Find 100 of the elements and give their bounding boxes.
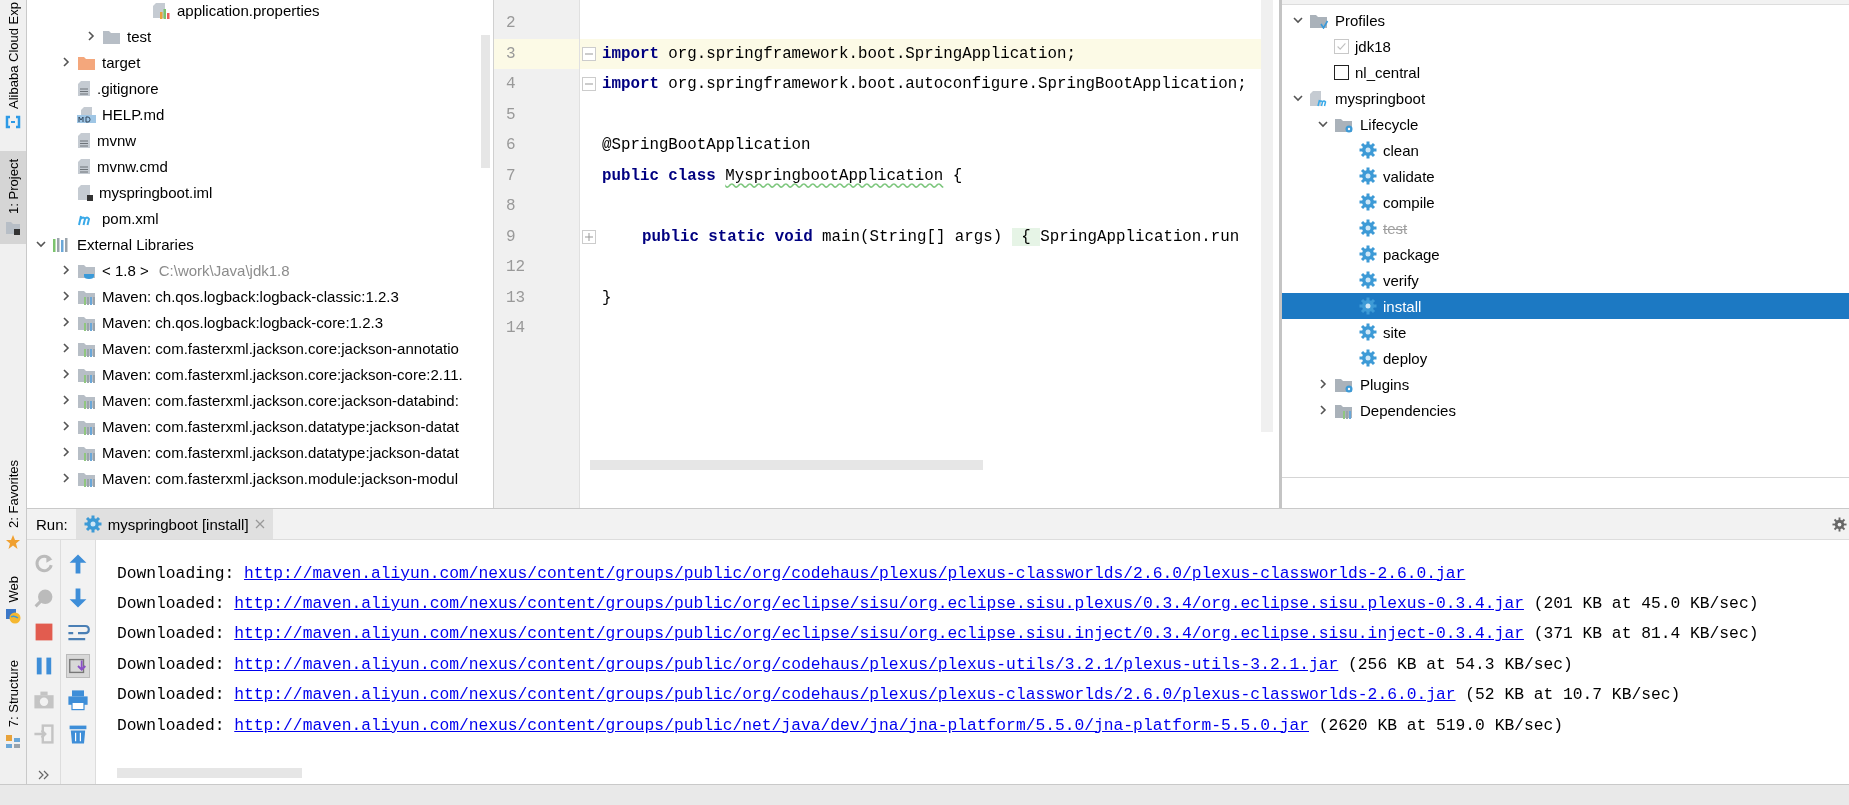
tree-item[interactable]: mvnw [97, 131, 137, 149]
tree-item[interactable]: verify [1383, 271, 1419, 289]
tree-item[interactable]: myspringboot.iml [99, 183, 213, 201]
tree-item[interactable]: Dependencies [1360, 401, 1456, 419]
download-stats: (256 KB at 54.3 KB/sec) [1348, 654, 1573, 674]
tool-window-tab[interactable]: 7: Structure [0, 652, 26, 758]
tool-window-tab[interactable]: 1: Project [0, 150, 26, 244]
tree-item[interactable]: test [127, 27, 152, 45]
scrollbar-thumb[interactable] [481, 35, 490, 168]
chevron-right-icon[interactable] [1318, 379, 1328, 389]
chevron-right-icon[interactable] [61, 473, 71, 483]
scrollbar-thumb[interactable] [117, 768, 302, 778]
module-file-icon [77, 183, 93, 201]
tree-item[interactable]: External Libraries [77, 235, 194, 253]
text-file-icon [77, 131, 91, 149]
tree-item[interactable]: jdk18 [1355, 37, 1391, 55]
chevron-down-icon[interactable] [1318, 119, 1328, 129]
gear-icon [1359, 193, 1377, 211]
tree-item[interactable]: clean [1383, 141, 1419, 159]
tree-item[interactable]: mvnw.cmd [97, 157, 168, 175]
tool-window-tab[interactable]: Alibaba Cloud Exp [0, 0, 26, 137]
chevron-right-icon[interactable] [61, 317, 71, 327]
tree-item[interactable]: pom.xml [102, 209, 159, 227]
tree-item[interactable]: Lifecycle [1360, 115, 1419, 133]
gear-icon [1359, 167, 1377, 185]
run-label: Run: [36, 515, 68, 533]
download-link[interactable]: http://maven.aliyun.com/nexus/content/groups/public/org/codehaus/plexus/plexus-classworlds/2.6.0/plexus-classworlds-2.6.0.jar [234, 685, 1456, 705]
scrollbar-thumb[interactable] [590, 460, 983, 470]
tree-item[interactable]: compile [1383, 193, 1435, 211]
tree-item[interactable]: Maven: com.fasterxml.jackson.datatype:jackson-datat [102, 417, 459, 435]
tree-item[interactable]: .gitignore [97, 79, 159, 97]
chevron-right-icon[interactable] [61, 57, 71, 67]
download-stats: (201 KB at 45.0 KB/sec) [1533, 594, 1759, 614]
settings-icon[interactable] [1832, 516, 1847, 532]
tool-window-tab[interactable]: 2: Favorites [0, 451, 26, 558]
chevron-right-icon[interactable] [61, 395, 71, 405]
chevron-right-icon[interactable] [61, 265, 71, 275]
chevron-down-icon[interactable] [36, 239, 46, 249]
tree-item[interactable]: Maven: com.fasterxml.jackson.core:jackson-databind: [102, 391, 459, 409]
tree-item[interactable]: deploy [1383, 349, 1428, 367]
tree-item[interactable]: package [1383, 245, 1440, 263]
structure-icon[interactable] [5, 733, 21, 750]
tree-item[interactable]: Maven: com.fasterxml.jackson.core:jackson-annotatio [102, 339, 459, 357]
star-icon[interactable] [5, 533, 21, 550]
checkbox[interactable] [1334, 64, 1349, 80]
tree-item[interactable]: Maven: com.fasterxml.jackson.datatype:jackson-datat [102, 443, 459, 461]
sdk-path: C:\work\Java\jdk1.8 [158, 261, 290, 279]
tree-item[interactable]: Profiles [1335, 11, 1386, 29]
chevron-right-icon[interactable] [61, 343, 71, 353]
log-status: Downloaded: [117, 654, 225, 674]
scroll-to-end-icon[interactable] [66, 654, 90, 678]
gear-icon [1359, 219, 1377, 237]
chevron-right-icon[interactable] [1318, 405, 1328, 415]
tree-item[interactable]: Maven: com.fasterxml.jackson.module:jackson-modul [102, 469, 458, 487]
download-link[interactable]: http://maven.aliyun.com/nexus/content/groups/public/net/java/dev/jna/jna-platform/5.5.0/jna-platform-5.5.0.jar [234, 715, 1309, 735]
gear-icon [1359, 349, 1377, 367]
log-status: Downloaded: [117, 715, 225, 735]
tree-item[interactable]: myspringboot [1335, 89, 1426, 107]
tree-item[interactable]: HELP.md [102, 105, 165, 123]
tree-item[interactable]: < 1.8 > [102, 261, 149, 279]
tree-item[interactable]: Plugins [1360, 375, 1410, 393]
chevron-right-icon[interactable] [86, 31, 96, 41]
tree-item[interactable]: install [1383, 297, 1422, 315]
code-line: @SpringBootApplication [602, 136, 811, 155]
tree-item[interactable]: validate [1383, 167, 1435, 185]
tool-window-tab[interactable]: Web [0, 567, 26, 633]
download-link[interactable]: http://maven.aliyun.com/nexus/content/groups/public/org/codehaus/plexus/plexus-utils/3.2.1/plexus-utils-3.2.1.jar [234, 654, 1339, 674]
chevron-right-icon[interactable] [61, 421, 71, 431]
chevron-down-icon[interactable] [1293, 15, 1303, 25]
tree-item[interactable]: target [102, 53, 141, 71]
tree-item[interactable]: application.properties [177, 1, 320, 19]
close-icon[interactable] [254, 519, 265, 529]
chevron-right-icon[interactable] [61, 291, 71, 301]
log-status: Downloading: [117, 563, 235, 583]
tree-item[interactable]: site [1383, 323, 1407, 341]
download-link[interactable]: http://maven.aliyun.com/nexus/content/groups/public/org/eclipse/sisu/org.eclipse.sisu.plexus/0.3.4/org.eclipse.sisu.plexus-0.3.4.jar [234, 594, 1524, 614]
download-stats: (52 KB at 10.7 KB/sec) [1465, 685, 1681, 705]
folder-icon[interactable] [5, 219, 21, 236]
line-number: 5 [506, 105, 516, 124]
tree-item[interactable]: Maven: ch.qos.logback:logback-core:1.2.3 [102, 313, 383, 331]
download-link[interactable]: http://maven.aliyun.com/nexus/content/groups/public/org/eclipse/sisu/org.eclipse.sisu.inject/0.3.4/org.eclipse.sisu.inject-0.3.4.jar [234, 624, 1524, 644]
libraries-icon [52, 235, 71, 253]
line-number: 12 [506, 258, 526, 277]
more-icon[interactable] [37, 770, 50, 780]
tree-item[interactable]: Maven: ch.qos.logback:logback-classic:1.2.3 [102, 287, 399, 305]
gear-icon [1359, 297, 1377, 315]
chevron-down-icon[interactable] [1293, 93, 1303, 103]
download-stats: (371 KB at 81.4 KB/sec) [1533, 624, 1759, 644]
print-icon[interactable] [66, 688, 90, 712]
chevron-right-icon[interactable] [61, 447, 71, 457]
download-link[interactable]: http://maven.aliyun.com/nexus/content/groups/public/org/codehaus/plexus/plexus-classworlds/2.6.0/plexus-classworlds-2.6.0.jar [244, 563, 1466, 583]
text-file-icon [77, 79, 91, 97]
line-number: 9 [506, 227, 516, 246]
gear-icon [1359, 141, 1377, 159]
run-tab[interactable]: myspringboot [install] [75, 509, 273, 539]
chevron-right-icon[interactable] [61, 369, 71, 379]
gear-icon [1359, 245, 1377, 263]
line-number: 2 [506, 14, 516, 33]
tree-item[interactable]: nl_central [1355, 63, 1421, 81]
tree-item[interactable]: Maven: com.fasterxml.jackson.core:jackson-core:2.11. [102, 365, 463, 383]
